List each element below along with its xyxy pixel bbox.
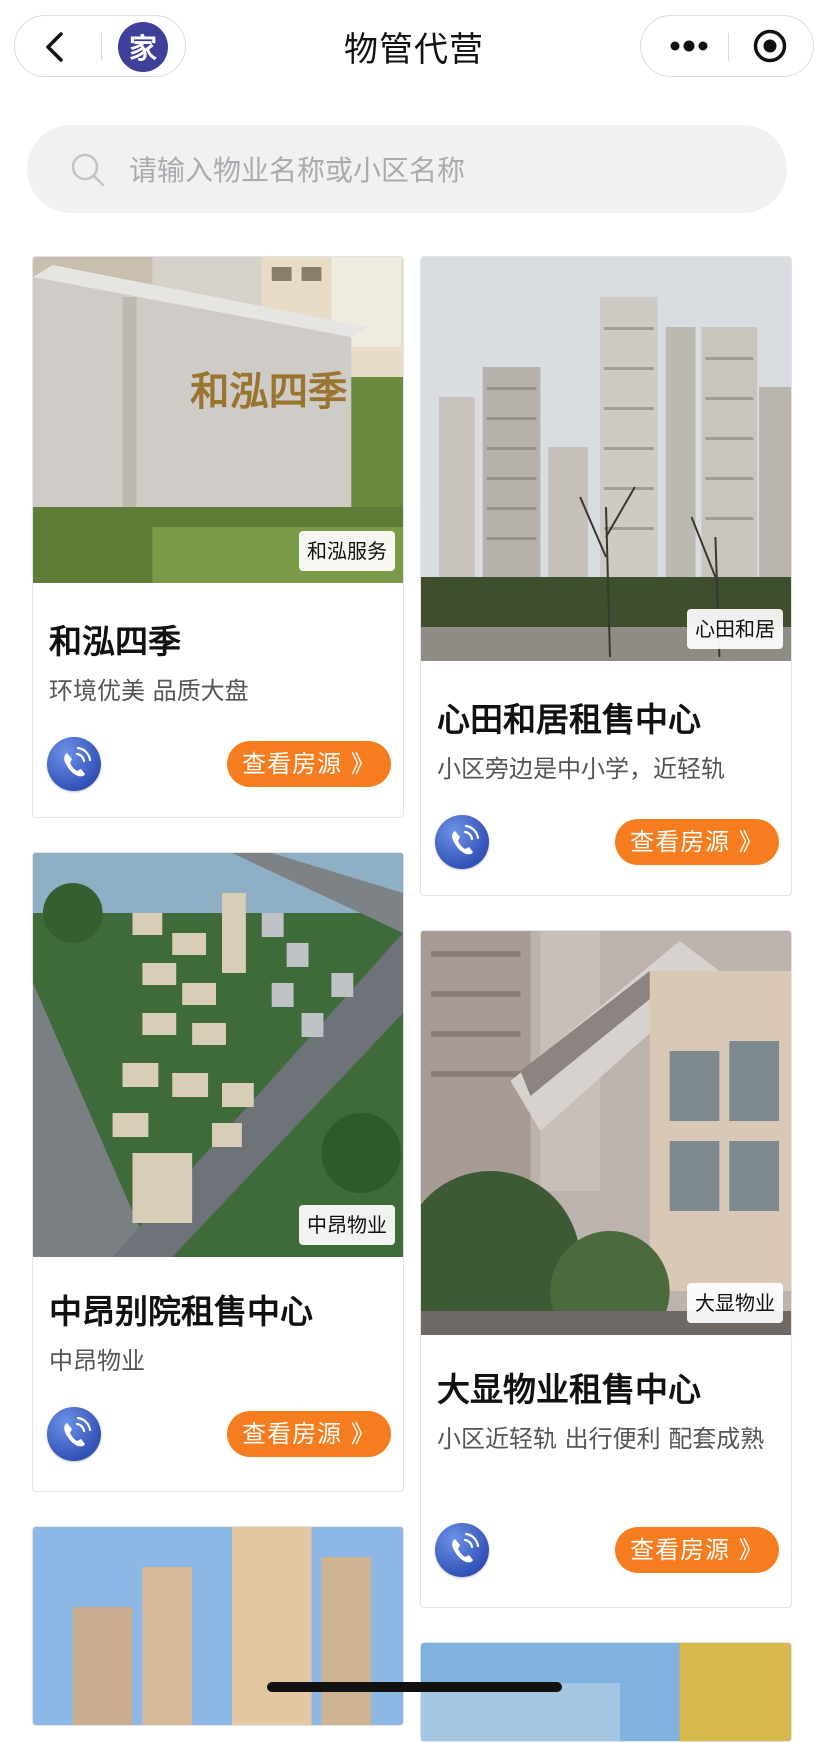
card-description: 小区近轻轨 出行便利 配套成熟 [437,1425,765,1453]
nav-capsule-right [640,15,814,77]
property-photo [421,257,791,661]
card-description: 小区旁边是中小学，近轻轨 [437,755,725,783]
call-button[interactable] [435,1523,489,1577]
property-card[interactable]: 心田和居 心田和居租售中心 小区旁边是中小学，近轻轨 查看房源 》 [420,256,792,896]
call-button[interactable] [47,737,101,791]
home-indicator [267,1682,562,1692]
property-photo [421,931,791,1335]
card-title: 大显物业租售中心 [437,1370,701,1409]
property-photo [421,1643,791,1741]
card-title: 和泓四季 [49,622,181,661]
phone-icon [452,824,480,855]
call-button[interactable] [435,815,489,869]
phone-icon [64,746,92,777]
call-button[interactable] [47,1407,101,1461]
more-dots-icon[interactable] [667,34,711,58]
sign-lettering: 和泓四季 [190,369,347,415]
search-bar[interactable] [27,125,787,213]
search-icon [71,153,105,187]
property-card[interactable] [420,1642,792,1742]
card-description: 中昂物业 [49,1347,145,1375]
brand-badge: 大显物业 [687,1283,783,1323]
property-card[interactable] [32,1526,404,1726]
card-description: 环境优美 品质大盘 [49,677,249,705]
brand-badge: 心田和居 [687,609,783,649]
property-photo [33,1527,403,1725]
card-title: 心田和居租售中心 [437,700,701,739]
phone-icon [452,1532,480,1563]
property-card[interactable]: 中昂物业 中昂别院租售中心 中昂物业 查看房源 》 [32,852,404,1492]
property-photo [33,853,403,1257]
view-listings-button[interactable]: 查看房源 》 [615,1527,779,1573]
phone-icon [64,1416,92,1447]
card-title: 中昂别院租售中心 [49,1292,313,1331]
property-card[interactable]: 大显物业 大显物业租售中心 小区近轻轨 出行便利 配套成熟 查看房源 》 [420,930,792,1608]
property-card[interactable]: 和泓四季 和泓服务 和泓四季 环境优美 品质大盘 查看房源 》 [32,256,404,818]
view-listings-button[interactable]: 查看房源 》 [615,819,779,865]
view-listings-button[interactable]: 查看房源 》 [227,741,391,787]
capsule-divider [728,33,729,61]
view-listings-button[interactable]: 查看房源 》 [227,1411,391,1457]
target-circle-icon[interactable] [752,28,788,64]
search-input[interactable] [127,143,751,197]
brand-badge: 中昂物业 [299,1205,395,1245]
brand-badge: 和泓服务 [299,531,395,571]
